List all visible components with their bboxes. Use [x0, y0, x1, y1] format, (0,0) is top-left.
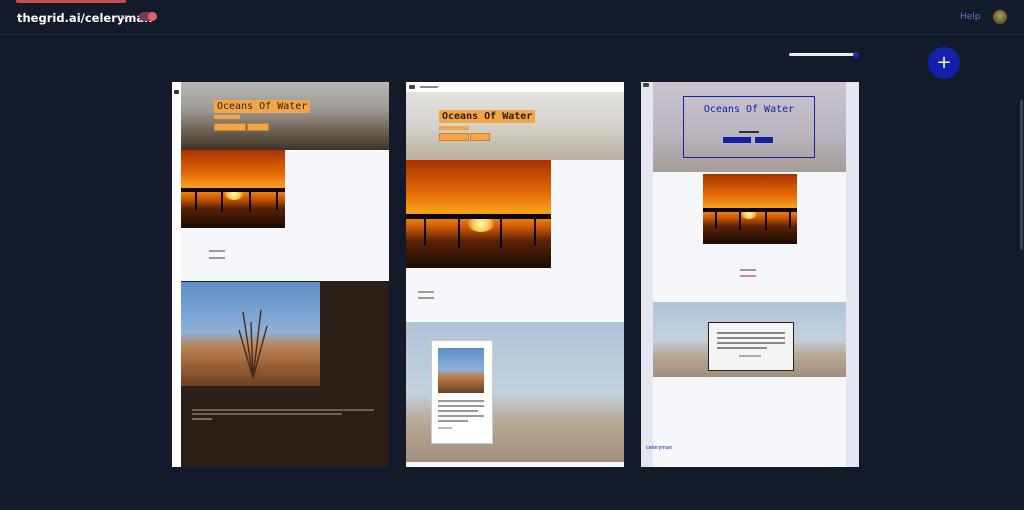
layout-preview-2[interactable]: Oceans Of Water: [406, 82, 624, 467]
card-text: [438, 400, 484, 402]
layout-preview-3[interactable]: Oceans Of Water celeryman: [641, 82, 859, 467]
pier: [703, 208, 797, 212]
hero-subtitle: [214, 115, 240, 119]
ocotillo-plant: [238, 309, 268, 379]
card-text: [438, 415, 484, 417]
link-item[interactable]: [740, 269, 756, 271]
zoom-slider-handle[interactable]: [853, 52, 859, 58]
footer-label[interactable]: celeryman: [646, 445, 672, 451]
sunset-image: [703, 174, 797, 244]
cta-secondary[interactable]: [470, 133, 490, 141]
feature-card: [708, 322, 794, 371]
add-button[interactable]: +: [928, 47, 960, 79]
pier-post: [739, 210, 741, 230]
chevron-down-icon[interactable]: [120, 13, 128, 21]
link-item[interactable]: [209, 257, 225, 259]
card-text: [717, 347, 767, 349]
nav-label: [420, 86, 438, 88]
avatar[interactable]: [993, 10, 1007, 24]
pier-post: [276, 190, 278, 210]
hero-title: Oceans Of Water: [439, 110, 536, 123]
pier-post: [500, 218, 502, 248]
help-link[interactable]: Help: [960, 12, 981, 22]
layout-preview-1[interactable]: Oceans Of Water: [172, 82, 389, 467]
hero-title: Oceans Of Water: [214, 100, 311, 113]
card-image: [438, 348, 484, 393]
pier-post: [195, 190, 197, 210]
cta-secondary[interactable]: [247, 123, 269, 131]
zoom-slider[interactable]: [789, 53, 855, 56]
active-indicator: [16, 0, 126, 3]
card-text: [739, 355, 761, 357]
preview-left-strip: [172, 82, 181, 467]
cta-primary[interactable]: [214, 123, 246, 131]
feature-card: [431, 340, 493, 444]
pier-post: [458, 218, 460, 248]
top-bar: thegrid.ai/celeryman Help: [0, 0, 1024, 35]
body-text: [192, 418, 212, 420]
pier-post: [765, 210, 767, 230]
pier-post: [789, 210, 791, 228]
pier-post: [221, 190, 223, 212]
pier-post: [715, 210, 717, 228]
hero-image: [181, 82, 389, 150]
card-text: [717, 332, 785, 334]
cta-primary[interactable]: [439, 133, 469, 141]
hero-subtitle: [739, 131, 759, 133]
card-text: [717, 337, 785, 339]
link-item[interactable]: [418, 297, 434, 299]
publish-toggle[interactable]: [139, 12, 157, 21]
pier-post: [424, 218, 426, 246]
body-text: [192, 409, 374, 411]
hero-title: Oceans Of Water: [703, 104, 795, 115]
site-title[interactable]: thegrid.ai/celeryman: [17, 11, 152, 25]
logo-icon: [643, 83, 649, 87]
sunset-image: [181, 150, 285, 228]
cta-primary[interactable]: [723, 137, 751, 143]
card-text: [438, 420, 468, 422]
pier-post: [534, 218, 536, 246]
link-item[interactable]: [418, 291, 434, 293]
cta-secondary[interactable]: [755, 137, 773, 143]
link-item[interactable]: [740, 275, 756, 277]
body-text: [192, 413, 342, 415]
logo-icon: [409, 85, 415, 89]
link-item[interactable]: [209, 250, 225, 252]
pier: [406, 214, 551, 219]
card-text: [717, 342, 785, 344]
desert-image: [181, 282, 320, 386]
scrollbar[interactable]: [1020, 100, 1023, 250]
logo-icon: [174, 90, 179, 94]
card-text: [438, 410, 478, 412]
card-text: [438, 427, 452, 429]
hero-subtitle: [439, 126, 469, 130]
pier-post: [249, 190, 251, 212]
card-text: [438, 405, 484, 407]
sunset-image: [406, 160, 551, 268]
